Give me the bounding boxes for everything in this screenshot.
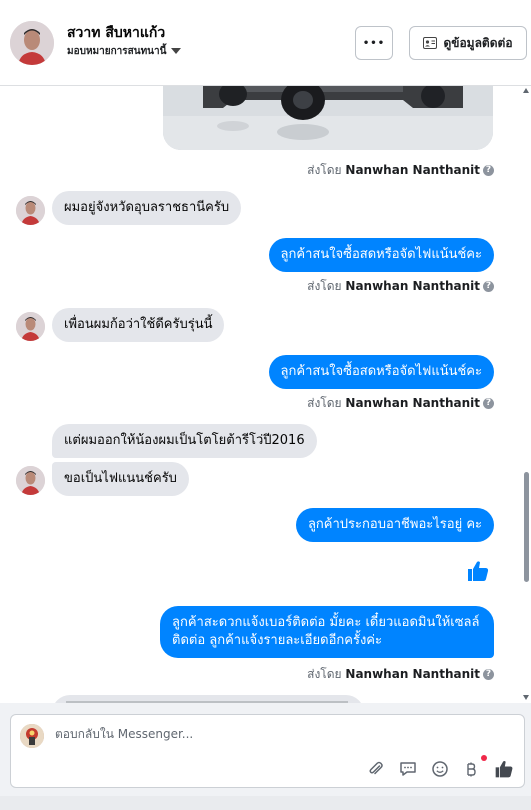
reply-composer	[10, 714, 525, 788]
more-label: •••	[362, 37, 386, 49]
outgoing-message: ลูกค้าสนใจซื้อสดหรือจัดไฟแน้นช์คะ	[268, 355, 494, 389]
contact-avatar-small[interactable]	[16, 466, 45, 495]
contact-name: สวาท สืบหาแก้ว	[67, 25, 166, 41]
thumbs-up-icon[interactable]	[494, 759, 514, 779]
assign-conversation-dropdown[interactable]: มอบหมายการสนทนานี้	[67, 44, 182, 59]
info-icon: ?	[483, 669, 494, 680]
vehicle-photo-message[interactable]	[163, 86, 493, 150]
incoming-message: ผมอยู่จังหวัดอุบลราชธานีครับ	[52, 191, 242, 225]
outgoing-message: ลูกค้าประกอบอาชีพอะไรอยู่ คะ	[295, 508, 494, 542]
sent-by-label: ส่งโดย Nanwhan Nanthanit?	[307, 277, 494, 296]
contact-avatar-small[interactable]	[16, 196, 45, 225]
incoming-message: ขอเป็นไฟแนนช์ครับ	[52, 462, 189, 496]
scroll-down-arrow-icon[interactable]	[523, 695, 529, 700]
chat-scrollbar[interactable]	[521, 86, 531, 703]
smiley-icon[interactable]	[430, 759, 450, 779]
scrollbar-thumb[interactable]	[524, 472, 529, 582]
sent-by-label: ส่งโดย Nanwhan Nanthanit?	[307, 665, 494, 684]
sent-by-label: ส่งโดย Nanwhan Nanthanit?	[307, 394, 494, 413]
paperclip-icon[interactable]	[366, 759, 386, 779]
contact-avatar[interactable]	[10, 21, 54, 65]
contact-avatar-small[interactable]	[16, 312, 45, 341]
info-icon: ?	[483, 281, 494, 292]
view-contact-button[interactable]: ดูข้อมูลติดต่อ	[409, 26, 527, 60]
outgoing-message: ลูกค้าสะดวกแจ้งเบอร์ติดต่อ มั้ยคะ เดี๋ยว…	[160, 606, 494, 658]
view-contact-label: ดูข้อมูลติดต่อ	[443, 35, 513, 50]
incoming-message-partial	[52, 695, 364, 703]
caret-down-icon	[171, 48, 182, 54]
page-avatar	[20, 724, 44, 748]
incoming-message: แต่ผมออกให้น้องผมเป็นโตโยต้ารีโว่ปี2016	[52, 424, 317, 458]
sent-by-label: ส่งโดย Nanwhan Nanthanit?	[307, 161, 494, 180]
chat-bubble-icon[interactable]	[398, 759, 418, 779]
conversation-header: สวาท สืบหาแก้ว มอบหมายการสนทนานี้ ••• ดู…	[0, 0, 531, 86]
baht-icon[interactable]	[461, 759, 481, 779]
footer-strip	[0, 796, 531, 810]
contact-card-icon	[423, 37, 438, 49]
notification-dot	[481, 755, 487, 761]
scroll-up-arrow-icon[interactable]	[523, 88, 529, 93]
more-options-button[interactable]: •••	[355, 26, 393, 60]
info-icon: ?	[483, 165, 494, 176]
incoming-message: เพื่อนผมก้อว่าใช้ดีครับรุ่นนี้	[52, 308, 225, 342]
info-icon: ?	[483, 398, 494, 409]
message-thread: ส่งโดย Nanwhan Nanthanit? ผมอยู่จังหวัดอ…	[0, 86, 521, 703]
assign-label: มอบหมายการสนทนานี้	[67, 46, 167, 57]
thumbs-up-message-icon	[466, 559, 490, 587]
reply-input[interactable]	[55, 727, 475, 741]
outgoing-message: ลูกค้าสนใจซื้อสดหรือจัดไฟแน้นช์คะ	[268, 238, 494, 272]
